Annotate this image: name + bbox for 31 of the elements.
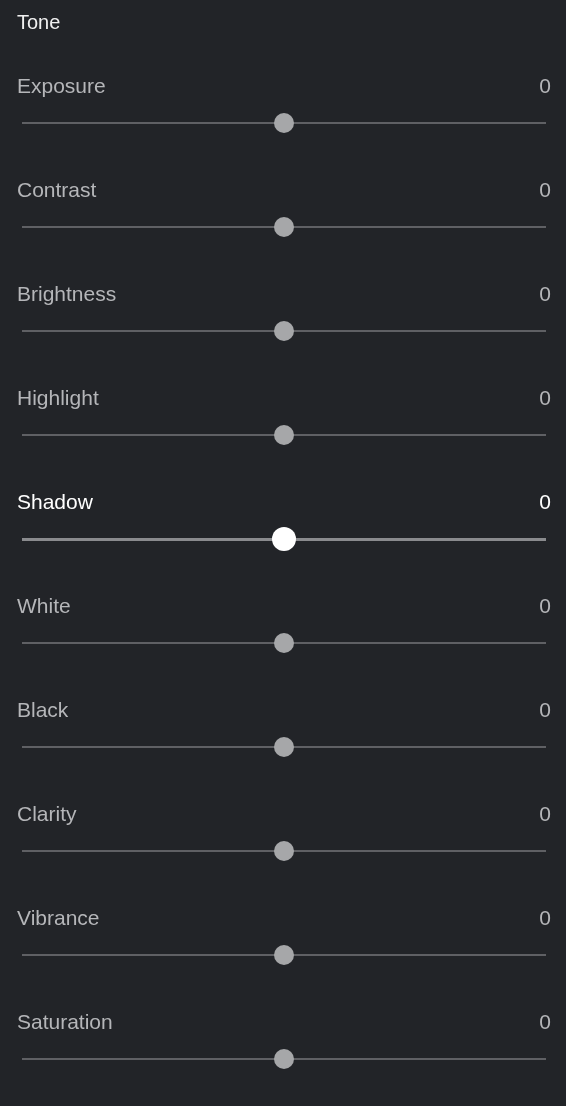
slider-value: 0 — [539, 593, 551, 619]
slider-value: 0 — [539, 489, 551, 515]
slider-label: Black — [17, 697, 69, 723]
slider-thumb[interactable] — [274, 737, 294, 757]
slider-value: 0 — [539, 801, 551, 827]
slider-label: Vibrance — [17, 905, 100, 931]
slider-thumb[interactable] — [274, 633, 294, 653]
slider-value: 0 — [539, 73, 551, 99]
slider-thumb[interactable] — [274, 321, 294, 341]
section-title: Tone — [17, 10, 61, 34]
slider-value: 0 — [539, 177, 551, 203]
slider-thumb[interactable] — [274, 841, 294, 861]
slider-label: Brightness — [17, 281, 117, 307]
slider-value: 0 — [539, 281, 551, 307]
slider-label: Clarity — [17, 801, 77, 827]
slider-label: Highlight — [17, 385, 99, 411]
slider-label: Shadow — [17, 489, 93, 515]
slider-value: 0 — [539, 385, 551, 411]
slider-thumb[interactable] — [274, 1049, 294, 1069]
slider-thumb[interactable] — [274, 945, 294, 965]
slider-value: 0 — [539, 1009, 551, 1035]
slider-label: White — [17, 593, 71, 619]
slider-label: Saturation — [17, 1009, 113, 1035]
slider-value: 0 — [539, 697, 551, 723]
slider-label: Contrast — [17, 177, 97, 203]
slider-thumb[interactable] — [274, 217, 294, 237]
slider-value: 0 — [539, 905, 551, 931]
slider-thumb[interactable] — [274, 113, 294, 133]
slider-thumb[interactable] — [274, 425, 294, 445]
slider-label: Exposure — [17, 73, 106, 99]
slider-thumb[interactable] — [272, 527, 296, 551]
